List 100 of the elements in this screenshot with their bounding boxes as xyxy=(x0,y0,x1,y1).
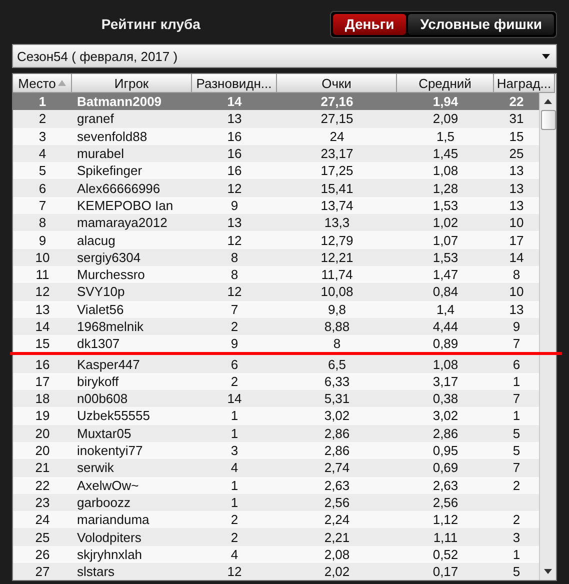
table-cell-text: sevenfold88 xyxy=(76,128,148,145)
table-cell-text: 2 xyxy=(230,372,240,390)
table-row[interactable]: 3 sevenfold88 16 24 1,5 15 xyxy=(13,128,539,145)
table-cell-text: 11 xyxy=(34,266,50,284)
table-cell-text: 9 xyxy=(512,318,522,336)
column-header[interactable]: Средний xyxy=(397,74,494,93)
table-row[interactable]: 20 Muxtar05 1 2,86 2,86 5 xyxy=(13,424,539,442)
table-cell-text: 4 xyxy=(230,546,240,564)
table-cell-text: 1,08 xyxy=(432,356,460,373)
column-header[interactable]: Разновидн... xyxy=(192,74,277,93)
table-cell-text: 2,74 xyxy=(323,459,351,477)
tab[interactable]: Условные фишки xyxy=(408,14,554,34)
table-cell-text: 9,8 xyxy=(326,300,348,318)
table-cell-text: SVY10p xyxy=(76,283,126,301)
scroll-down-icon[interactable] xyxy=(544,569,552,574)
tab[interactable]: Деньги xyxy=(332,14,406,34)
table-cell-text: 12 xyxy=(34,283,51,301)
table-row[interactable]: 19 Uzbek55555 1 3,02 3,02 1 xyxy=(13,407,539,425)
table-row[interactable]: 2 granef 13 27,15 2,09 31 xyxy=(13,110,539,128)
table-row[interactable]: 7 KEMEPOBO Ian 9 13,74 1,53 13 xyxy=(13,196,539,214)
table-cell-text: 12 xyxy=(226,180,243,197)
column-header[interactable]: Наград... xyxy=(494,74,555,93)
table-cell-text: 22 xyxy=(508,93,525,110)
table-row[interactable]: 16 Kasper447 6 6,5 1,08 6 xyxy=(13,355,539,373)
table-cell-text: 4 xyxy=(230,459,240,477)
table-cell-text: 19 xyxy=(34,407,51,425)
table-cell-text: 26 xyxy=(34,546,51,564)
table-cell-text: Spikefinger xyxy=(76,162,144,180)
table-cell-text: 7 xyxy=(512,335,522,352)
table-cell-text: 11,74 xyxy=(320,266,354,284)
table-cell-text: 1 xyxy=(38,93,48,110)
table-cell-text: 5 xyxy=(512,563,522,580)
table-row[interactable]: 6 Alex66666996 12 15,41 1,28 13 xyxy=(13,179,539,197)
table-row[interactable]: 22 AxelwOw~ 1 2,63 2,63 2 xyxy=(13,476,539,494)
table-row[interactable]: 10 sergiy6304 8 12,21 1,53 14 xyxy=(13,248,539,266)
table-cell-text: 27,16 xyxy=(320,93,354,110)
table-row[interactable]: 12 SVY10p 12 10,08 0,84 10 xyxy=(13,283,539,301)
table-row[interactable]: 17 birykoff 2 6,33 3,17 1 xyxy=(13,372,539,390)
scrollbar[interactable] xyxy=(539,93,556,580)
table-cell-text: slstars xyxy=(76,563,116,580)
table-cell-text: 9 xyxy=(38,232,48,249)
table-row[interactable]: 14 1968melnik 2 8,88 4,44 9 xyxy=(13,318,539,336)
table-row[interactable]: 11 Murchessro 8 11,74 1,47 8 xyxy=(13,266,539,284)
table-row[interactable]: 8 mamaraya2012 13 13,3 1,02 10 xyxy=(13,214,539,232)
table-cell-text: 3,17 xyxy=(432,372,460,390)
table-cell-text: birykoff xyxy=(76,372,120,390)
column-header[interactable]: Очки xyxy=(277,74,397,93)
table-cell-text: sergiy6304 xyxy=(76,248,142,266)
table-cell-text: 2 xyxy=(230,318,240,336)
table-cell-text: 23,17 xyxy=(320,145,354,162)
table-row[interactable]: 9 alacug 12 12,79 1,07 17 xyxy=(13,231,539,249)
table-cell-text: 20 xyxy=(34,424,51,442)
table-cell-text: 2,09 xyxy=(432,110,460,128)
column-header[interactable]: Место xyxy=(13,74,72,93)
table-row[interactable]: 25 Volodpiters 2 2,21 1,11 3 xyxy=(13,528,539,546)
table-row[interactable]: 5 Spikefinger 16 17,25 1,08 13 xyxy=(13,162,539,180)
table-cell-text: 2 xyxy=(230,528,240,546)
table-cell-text: 6 xyxy=(38,180,48,197)
table-cell-text: 5 xyxy=(512,442,522,460)
table-row[interactable]: 15 dk1307 9 8 0,89 7 xyxy=(13,335,539,352)
table-cell-text: 1,4 xyxy=(435,300,456,318)
table-cell-text: murabel xyxy=(76,145,125,162)
table-cell-text: 6 xyxy=(512,356,522,373)
table-cell-text: 2 xyxy=(512,476,522,494)
table-cell-text: 1 xyxy=(512,372,522,390)
table-row[interactable]: 21 serwik 4 2,74 0,69 7 xyxy=(13,459,539,477)
table-row[interactable]: 18 n00b608 14 5,31 0,38 7 xyxy=(13,390,539,408)
table-row[interactable]: 1 Batmann2009 14 27,16 1,94 22 xyxy=(13,93,539,110)
table-row[interactable]: 13 Vialet56 7 9,8 1,4 13 xyxy=(13,300,539,318)
table-row[interactable]: 4 murabel 16 23,17 1,45 25 xyxy=(13,144,539,162)
table-cell-text: dk1307 xyxy=(76,335,121,352)
table-cell-text: 1,53 xyxy=(432,248,460,266)
column-header[interactable]: Игрок xyxy=(72,74,192,93)
table-cell-text: 1,47 xyxy=(432,266,460,284)
table-cell-text: 31 xyxy=(508,110,525,128)
table-cell-text: skjryhnxlah xyxy=(76,546,144,564)
table-cell-text: 12 xyxy=(226,232,243,249)
season-dropdown[interactable]: Сезон54 ( февраля, 2017 ) xyxy=(12,44,557,68)
table-cell-text: 0,38 xyxy=(432,390,460,408)
table-cell-text: 1 xyxy=(230,424,240,442)
table-row[interactable]: 20 inokentyi77 3 2,86 0,95 5 xyxy=(13,442,539,460)
table-row[interactable]: 24 marianduma 2 2,24 1,12 2 xyxy=(13,511,539,528)
table-cell-text: 21 xyxy=(34,459,51,477)
table-cell-text: 15 xyxy=(508,128,525,145)
table-cell-text: KEMEPOBO Ian xyxy=(76,196,174,214)
table-cell-text: 2 xyxy=(512,511,522,528)
table-cell-text: 2,86 xyxy=(323,442,351,460)
table-cell-text: 13 xyxy=(508,162,525,180)
scroll-up-icon[interactable] xyxy=(544,99,552,104)
table-row[interactable]: 26 skjryhnxlah 4 2,08 0,52 1 xyxy=(13,546,539,564)
table-row[interactable]: 23 garboozz 1 2,56 2,56 xyxy=(13,494,539,512)
table-cell-text: 1 xyxy=(230,494,240,512)
table-row[interactable]: 27 slstars 12 2,02 0,17 5 xyxy=(13,563,539,580)
table-cell-text: 1 xyxy=(230,476,240,494)
table-cell-text: 17 xyxy=(508,232,525,249)
scroll-thumb[interactable] xyxy=(540,110,556,130)
table-cell-text: 14 xyxy=(34,318,51,336)
table-cell-text: alacug xyxy=(76,232,116,249)
table-cell-text: 0,84 xyxy=(432,283,460,301)
table-cell-text: inokentyi77 xyxy=(76,442,144,460)
